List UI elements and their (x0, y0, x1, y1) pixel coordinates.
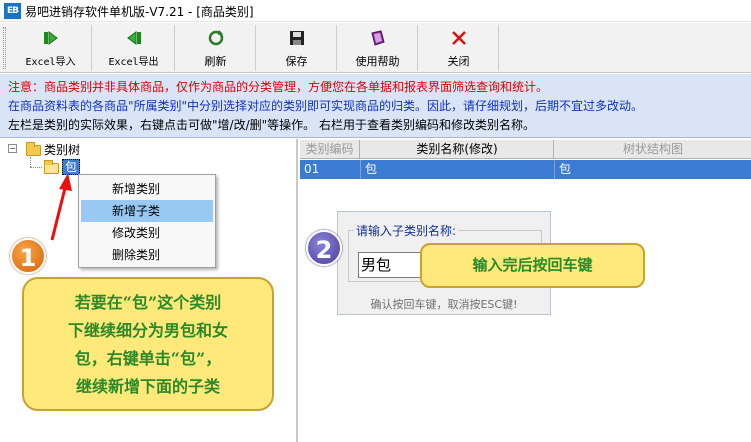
callout-1-line: 继续新增下面的子类 (75, 377, 220, 396)
toolbar-grip (3, 27, 6, 69)
menu-item-delete-category[interactable]: 删除类别 (81, 244, 213, 266)
folder-icon (26, 142, 41, 156)
menu-item-edit-category[interactable]: 修改类别 (81, 222, 213, 244)
menu-item-add-category[interactable]: 新增类别 (81, 178, 213, 200)
callout-1-line: 下继续细分为男包和女 (67, 321, 228, 340)
dialog-label: 请输入子类别名称: (354, 222, 459, 239)
help-label: 使用帮助 (355, 55, 400, 68)
step-badge-1: 1 (10, 238, 46, 274)
app-logo-icon: EB (4, 3, 21, 19)
help-button[interactable]: 使用帮助 (338, 25, 418, 71)
notice-line-3: 左栏是类别的实际效果，右键点击可做"增/改/删"等操作。 右栏用于查看类别编码和… (8, 118, 535, 132)
cell-tree[interactable]: 包 (555, 160, 751, 179)
tree-connector (30, 157, 31, 167)
save-icon (289, 31, 304, 45)
step-badge-2: 2 (306, 230, 342, 266)
refresh-icon (208, 30, 223, 46)
menu-item-add-subcategory[interactable]: 新增子类 (81, 200, 213, 222)
close-icon (451, 31, 466, 45)
column-header-tree[interactable]: 树状结构图 (555, 140, 751, 159)
context-menu: 新增类别 新增子类 修改类别 删除类别 (78, 174, 216, 268)
title-bar: EB 易吧进销存软件单机版-V7.21 - [商品类别] (0, 0, 751, 22)
cell-name[interactable]: 包 (361, 160, 555, 179)
column-header-code[interactable]: 类别编码 (300, 140, 360, 159)
table-row[interactable]: 01 包 包 (300, 160, 751, 179)
excel-export-label: Excel导出 (108, 57, 159, 68)
save-button[interactable]: 保存 (257, 25, 337, 71)
refresh-label: 刷新 (204, 55, 227, 68)
notice-panel: 注意：商品类别并非具体商品，仅作为商品的分类管理，方便您在各单据和报表界面筛选查… (0, 74, 751, 138)
toolbar: Excel导入 Excel导出 刷新 保存 使用帮助 关闭 (0, 23, 751, 73)
close-button[interactable]: 关闭 (419, 25, 499, 71)
excel-export-button[interactable]: Excel导出 (93, 25, 175, 71)
instruction-callout-2: 输入完后按回车键 (420, 243, 645, 288)
notice-line-1: 注意：商品类别并非具体商品，仅作为商品的分类管理，方便您在各单据和报表界面筛选查… (8, 80, 549, 94)
tree-node-bag[interactable]: 包 (62, 159, 81, 175)
grid-header: 类别编码 类别名称(修改) 树状结构图 (300, 140, 751, 159)
callout-1-line: 若要在“包”这个类别 (74, 293, 222, 312)
excel-import-label: Excel导入 (25, 57, 76, 68)
dialog-hint: 确认按回车键，取消按ESC键! (370, 298, 518, 311)
excel-export-icon (126, 31, 141, 45)
help-book-icon (370, 30, 385, 46)
tree-connector (30, 167, 42, 168)
open-folder-icon (44, 160, 59, 174)
refresh-button[interactable]: 刷新 (176, 25, 256, 71)
column-header-name[interactable]: 类别名称(修改) (361, 140, 554, 159)
save-label: 保存 (285, 55, 308, 68)
excel-import-icon (43, 31, 58, 45)
callout-1-line: 包，右键单击“包”， (74, 349, 222, 368)
excel-import-button[interactable]: Excel导入 (10, 25, 92, 71)
tree-collapse-toggle[interactable]: − (8, 144, 17, 153)
close-label: 关闭 (447, 55, 470, 68)
notice-line-2: 在商品资料表的各商品"所属类别"中分别选择对应的类别即可实现商品的归类。因此，请… (8, 99, 644, 113)
instruction-callout-1: 若要在“包”这个类别 下继续细分为男包和女 包，右键单击“包”， 继续新增下面的… (22, 277, 274, 411)
window-title: 易吧进销存软件单机版-V7.21 - [商品类别] (25, 5, 254, 19)
tree-root-node[interactable]: 类别树 (44, 141, 80, 158)
cell-code[interactable]: 01 (300, 160, 361, 179)
